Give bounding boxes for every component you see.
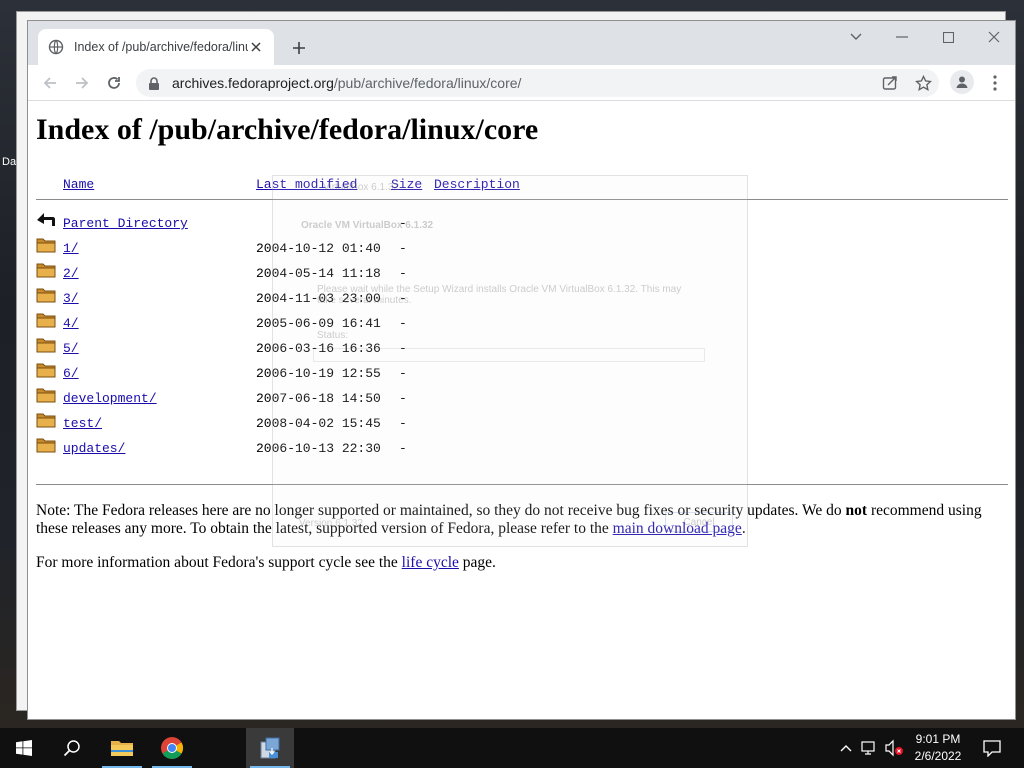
installer-overlay: VirtualBox 6.1.32 Oracle VM VirtualBox 6… xyxy=(272,175,748,547)
start-button[interactable] xyxy=(0,728,48,768)
close-window-button[interactable] xyxy=(982,27,1006,47)
share-icon[interactable] xyxy=(879,73,901,93)
url-host: archives.fedoraproject.org xyxy=(172,75,334,91)
column-header-name[interactable]: Name xyxy=(63,177,94,193)
folder-icon xyxy=(36,361,56,378)
page-title: Index of /pub/archive/fedora/linux/core xyxy=(36,113,539,146)
desktop-icon-label: Da xyxy=(2,156,17,168)
chrome-taskbar-icon[interactable] xyxy=(148,728,196,768)
file-explorer-taskbar-icon[interactable] xyxy=(98,728,146,768)
installer-cancel-button[interactable]: Cancel xyxy=(665,512,733,532)
clock-time: 9:01 PM xyxy=(915,732,961,746)
notifications-icon[interactable] xyxy=(982,738,1002,758)
directory-link[interactable]: test/ xyxy=(63,416,102,431)
directory-link[interactable]: 6/ xyxy=(63,366,79,381)
url-text[interactable]: archives.fedoraproject.org/pub/archive/f… xyxy=(172,75,521,91)
new-tab-button[interactable] xyxy=(288,37,310,59)
folder-icon xyxy=(36,261,56,278)
installer-version: Version 6.1.32 xyxy=(299,518,363,529)
taskbar: 9:01 PM 2/6/2022 xyxy=(0,728,1024,768)
volume-muted-icon[interactable] xyxy=(884,738,904,758)
browser-toolbar: archives.fedoraproject.org/pub/archive/f… xyxy=(28,65,1015,101)
directory-link[interactable]: 3/ xyxy=(63,291,79,306)
url-path: /pub/archive/fedora/linux/core/ xyxy=(333,75,522,91)
minimize-button[interactable] xyxy=(890,27,914,47)
folder-icon xyxy=(36,411,56,428)
folder-icon xyxy=(36,236,56,253)
parent-directory-link[interactable]: Parent Directory xyxy=(63,216,188,231)
bookmark-star-icon[interactable] xyxy=(912,73,934,93)
folder-icon xyxy=(36,336,56,353)
back-button[interactable] xyxy=(38,72,62,94)
menu-kebab-icon[interactable] xyxy=(986,73,1004,93)
forward-button[interactable] xyxy=(70,72,94,94)
installer-title: VirtualBox 6.1.32 xyxy=(323,182,399,193)
back-arrow-icon xyxy=(36,211,56,228)
directory-link[interactable]: 2/ xyxy=(63,266,79,281)
maximize-button[interactable] xyxy=(936,27,960,47)
search-button[interactable] xyxy=(48,728,96,768)
tab-close-icon[interactable] xyxy=(248,39,264,55)
installer-message: Please wait while the Setup Wizard insta… xyxy=(317,284,682,306)
tab-title: Index of /pub/archive/fedora/linu xyxy=(74,40,248,54)
globe-icon xyxy=(48,39,64,55)
installer-heading: Oracle VM VirtualBox 6.1.32 xyxy=(301,220,434,231)
note-text: For more information about Fedora's supp… xyxy=(36,554,402,571)
note-bold: not xyxy=(845,502,868,519)
life-cycle-link[interactable]: life cycle xyxy=(402,554,459,571)
network-icon[interactable] xyxy=(860,738,880,758)
sort-by-name-link[interactable]: Name xyxy=(63,177,94,192)
folder-icon xyxy=(36,286,56,303)
note-text: page. xyxy=(458,554,496,571)
directory-link[interactable]: development/ xyxy=(63,391,157,406)
clock-date: 2/6/2022 xyxy=(914,749,962,763)
installer-status-label: Status: xyxy=(317,330,349,341)
lifecycle-note: For more information about Fedora's supp… xyxy=(36,554,996,572)
folder-icon xyxy=(36,386,56,403)
directory-link[interactable]: 4/ xyxy=(63,316,79,331)
directory-link[interactable]: 1/ xyxy=(63,241,79,256)
tab-strip: Index of /pub/archive/fedora/linu xyxy=(28,21,1015,65)
installer-progress-bar xyxy=(313,348,705,362)
reload-button[interactable] xyxy=(102,72,126,94)
tab-search-chevron-icon[interactable] xyxy=(844,27,868,47)
folder-icon xyxy=(36,436,56,453)
directory-link[interactable]: updates/ xyxy=(63,441,125,456)
show-hidden-icons-chevron-icon[interactable] xyxy=(836,738,856,758)
folder-icon xyxy=(36,311,56,328)
browser-tab[interactable]: Index of /pub/archive/fedora/linu xyxy=(38,29,274,65)
lock-icon[interactable] xyxy=(148,76,160,90)
system-clock[interactable]: 9:01 PM 2/6/2022 xyxy=(906,731,970,765)
address-bar[interactable]: archives.fedoraproject.org/pub/archive/f… xyxy=(136,69,939,97)
installer-taskbar-icon[interactable] xyxy=(246,728,294,768)
profile-avatar-icon[interactable] xyxy=(950,70,974,94)
directory-link[interactable]: 5/ xyxy=(63,341,79,356)
